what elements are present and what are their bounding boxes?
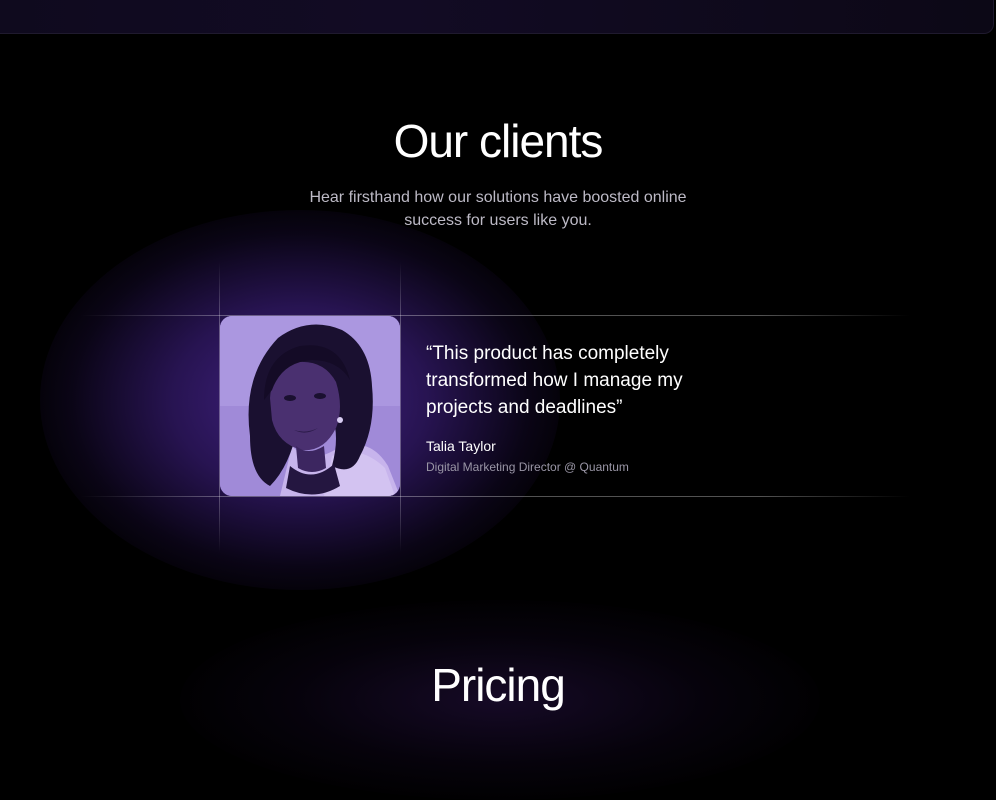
section-subtitle: Hear firsthand how our solutions have bo… bbox=[309, 189, 687, 229]
grid-line-top bbox=[80, 315, 910, 316]
testimonial-quote: “This product has completely transformed… bbox=[426, 343, 683, 418]
testimonial-author-role: Digital Marketing Director @ Quantum bbox=[426, 460, 629, 474]
section-title: Our clients bbox=[393, 115, 604, 167]
grid-line-bottom bbox=[80, 496, 910, 497]
testimonial-author-name: Talia Taylor bbox=[426, 438, 496, 454]
testimonial-avatar bbox=[220, 316, 400, 496]
next-section-title: Pricing bbox=[431, 659, 566, 711]
grid-line-right bbox=[400, 262, 401, 552]
top-navigation-bar bbox=[0, 0, 994, 34]
